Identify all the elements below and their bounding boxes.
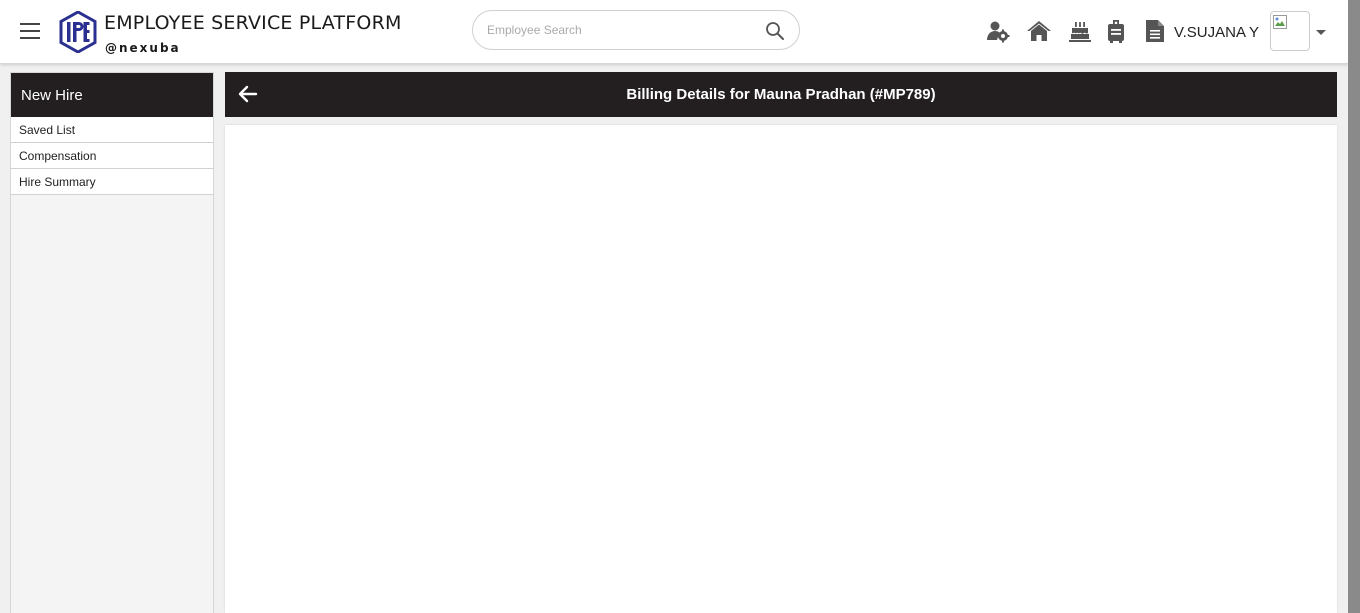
page-scrollbar[interactable] [1348, 0, 1360, 613]
employee-search[interactable] [472, 10, 800, 50]
app-subtitle: @nexuba [105, 41, 181, 55]
home-icon[interactable] [1026, 18, 1052, 44]
document-icon[interactable] [1142, 18, 1168, 44]
ipe-logo-icon [59, 11, 97, 53]
content-header: Billing Details for Mauna Pradhan (#MP78… [225, 72, 1337, 117]
chevron-down-icon[interactable] [1316, 30, 1326, 35]
content-panel [225, 125, 1337, 613]
avatar[interactable] [1270, 11, 1310, 51]
top-header: EMPLOYEE SERVICE PLATFORM @nexuba Employ… [0, 0, 1348, 64]
sidebar: New Hire Saved List Compensation Hire Su… [10, 72, 214, 613]
search-icon[interactable] [765, 21, 785, 41]
people-settings-icon[interactable] [985, 18, 1011, 44]
sidebar-heading: New Hire [11, 73, 213, 117]
sidebar-item-saved-list[interactable]: Saved List [11, 117, 213, 143]
search-input[interactable] [487, 20, 747, 40]
birthday-cake-icon[interactable] [1067, 18, 1093, 44]
sidebar-item-compensation[interactable]: Compensation [11, 143, 213, 169]
app-title: EMPLOYEE SERVICE PLATFORM [104, 12, 402, 34]
broken-image-icon [1273, 15, 1287, 29]
page-title: Billing Details for Mauna Pradhan (#MP78… [626, 86, 936, 103]
sidebar-item-hire-summary[interactable]: Hire Summary [11, 169, 213, 195]
luggage-icon[interactable] [1103, 18, 1129, 44]
hamburger-menu-icon[interactable] [20, 23, 40, 39]
user-name[interactable]: V.SUJANA Y [1174, 24, 1259, 41]
